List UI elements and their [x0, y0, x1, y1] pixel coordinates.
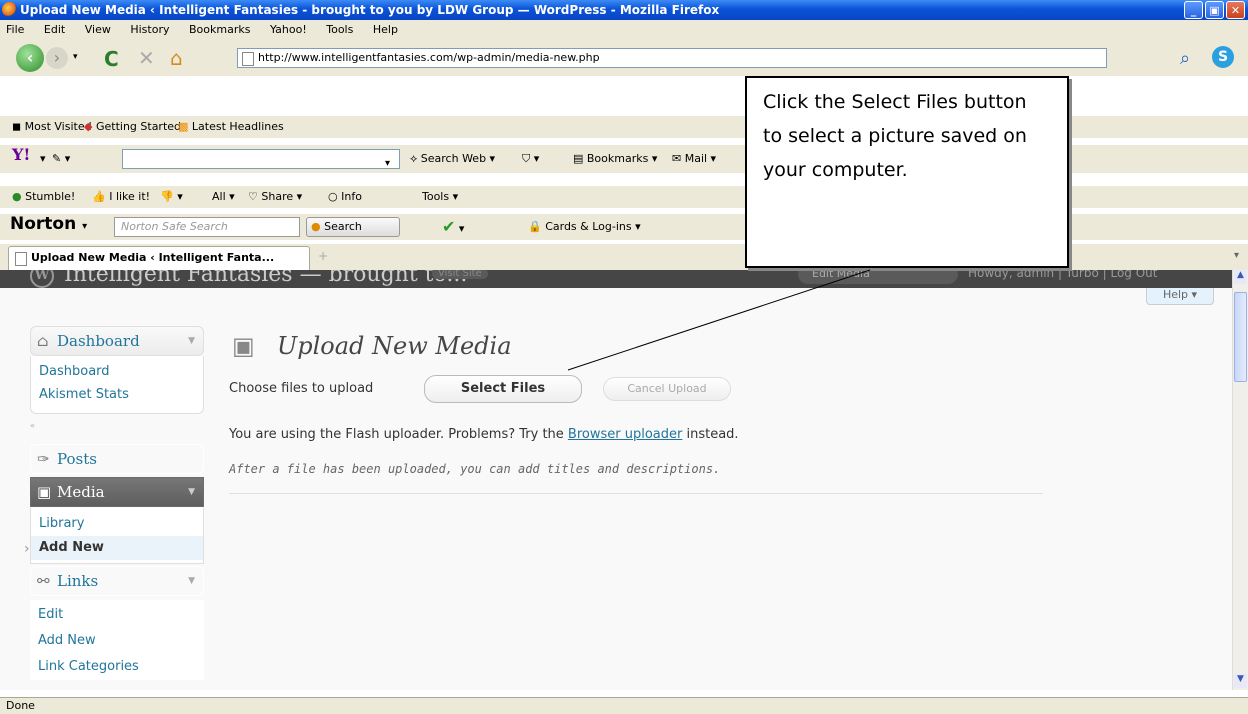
callout-pointer-line [567, 269, 871, 371]
